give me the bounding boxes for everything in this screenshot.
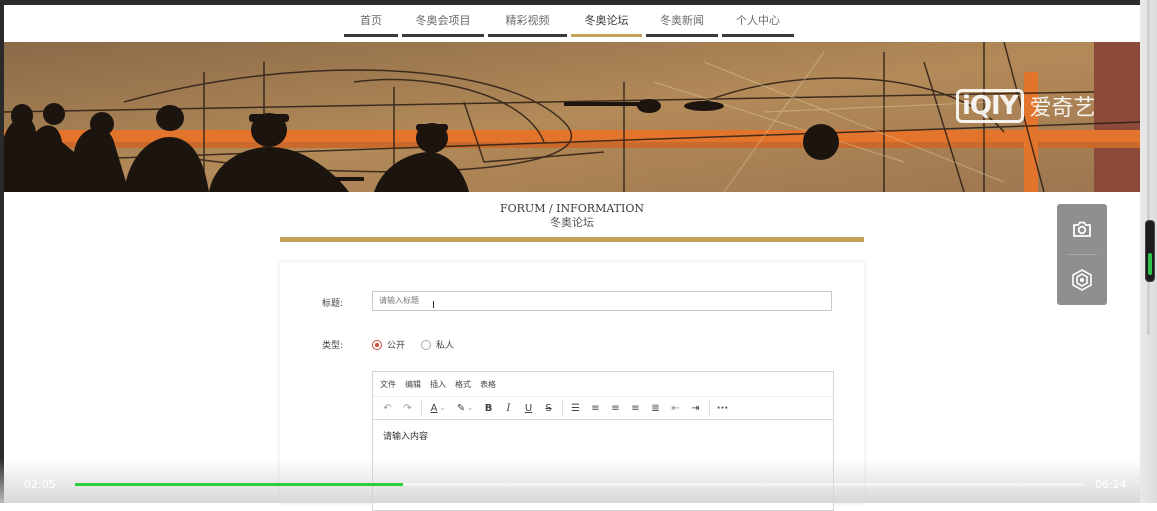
more-icon[interactable]: ··· (714, 400, 731, 416)
editor-body[interactable]: 请输入内容 (373, 420, 833, 451)
nav-underline-active (571, 34, 642, 37)
nav-underline (402, 34, 484, 37)
section-divider (280, 237, 864, 242)
title-input[interactable]: 请输入标题 (372, 291, 832, 311)
list-icon[interactable]: ☰ (567, 400, 584, 416)
menu-table[interactable]: 表格 (480, 379, 496, 390)
menu-file[interactable]: 文件 (380, 379, 396, 390)
nav-item-home[interactable]: 首页 (344, 12, 398, 38)
iqiyi-logo: iQIY 爱奇艺 (956, 86, 1096, 126)
bold-icon[interactable]: B (480, 400, 497, 416)
scroll-track (1147, 0, 1150, 335)
title-label: 标题: (322, 299, 344, 309)
nav-label: 首页 (360, 14, 382, 27)
video-side-controls (1057, 204, 1107, 305)
align-left-icon[interactable]: ≡ (587, 400, 604, 416)
align-center-icon[interactable]: ≡ (607, 400, 624, 416)
editor-toolbar: ↶ ↷ A ⌄ ✎ ⌄ B I U S ☰ ≡ ≡ ≡ ≣ ⇤ ⇥ ··· (373, 397, 833, 420)
text-cursor-icon: I (432, 300, 435, 311)
section-title-en: FORUM / INFORMATION (500, 202, 644, 215)
logo-text: 爱奇艺 (1029, 96, 1096, 121)
menu-insert[interactable]: 插入 (430, 379, 446, 390)
panel-separator (1067, 254, 1097, 255)
underline-icon[interactable]: U (520, 400, 537, 416)
current-time: 02:05 (24, 478, 56, 491)
nav-underline (722, 34, 794, 37)
type-label: 类型: (322, 341, 344, 351)
radio-label: 公开 (387, 341, 406, 351)
nav-item-forum[interactable]: 冬奥论坛 (571, 12, 642, 38)
nav-label: 个人中心 (736, 14, 780, 27)
chevron-right-icon[interactable] (1117, 240, 1141, 268)
radio-unchecked-icon (421, 339, 431, 350)
align-right-icon[interactable]: ≡ (627, 400, 644, 416)
highlight-icon[interactable]: ✎ ⌄ (453, 400, 477, 416)
italic-icon[interactable]: I (500, 400, 517, 416)
volume-level (1148, 253, 1152, 275)
radio-public[interactable]: 公开 (372, 338, 405, 351)
nav-label: 冬奥会项目 (415, 14, 471, 27)
nav-label: 精彩视频 (505, 14, 550, 27)
outdent-icon[interactable]: ⇤ (667, 400, 684, 416)
menu-format[interactable]: 格式 (455, 379, 471, 390)
top-nav: 首页 冬奥会项目 精彩视频 冬奥论坛 冬奥新闻 个人中心 (344, 12, 798, 38)
toolbar-separator (421, 400, 422, 416)
window-top-strip (0, 0, 1157, 5)
title-placeholder: 请输入标题 (379, 296, 419, 305)
nav-underline (646, 34, 718, 37)
text-color-icon[interactable]: A ⌄ (426, 400, 450, 416)
redo-icon[interactable]: ↷ (399, 400, 416, 416)
indent-icon[interactable]: ⇥ (687, 400, 704, 416)
video-progress-track[interactable] (75, 483, 1085, 486)
nav-item-olympic-events[interactable]: 冬奥会项目 (402, 12, 484, 38)
radio-label: 私人 (436, 341, 455, 351)
editor-placeholder: 请输入内容 (383, 432, 429, 442)
total-time: 06:24 (1095, 478, 1127, 491)
nav-underline (488, 34, 567, 37)
section-title-zh: 冬奥论坛 (550, 216, 594, 229)
nav-item-videos[interactable]: 精彩视频 (488, 12, 567, 38)
nav-item-profile[interactable]: 个人中心 (722, 12, 794, 38)
strikethrough-icon[interactable]: S (540, 400, 557, 416)
hero-banner: iQIY 爱奇艺 (4, 42, 1140, 192)
nav-underline (344, 34, 398, 37)
nav-label: 冬奥论坛 (584, 14, 629, 27)
nav-item-news[interactable]: 冬奥新闻 (646, 12, 718, 38)
menu-edit[interactable]: 编辑 (405, 379, 421, 390)
nav-label: 冬奥新闻 (660, 14, 704, 27)
video-progress-fill (75, 483, 404, 486)
screenshot-camera-icon[interactable] (1070, 217, 1094, 241)
toolbar-separator (709, 400, 710, 416)
radio-private[interactable]: 私人 (421, 338, 454, 351)
target-scan-icon[interactable] (1070, 268, 1094, 292)
right-edge-panel (1140, 0, 1157, 503)
logo-mark: iQIY (956, 89, 1024, 123)
toolbar-separator (562, 400, 563, 416)
undo-icon[interactable]: ↶ (379, 400, 396, 416)
editor-menubar: 文件 编辑 插入 格式 表格 (373, 372, 833, 397)
justify-icon[interactable]: ≣ (647, 400, 664, 416)
radio-checked-icon (372, 339, 382, 350)
video-control-bar (0, 458, 1140, 503)
section-header: FORUM / INFORMATION 冬奥论坛 (280, 202, 864, 230)
volume-slider[interactable] (1145, 220, 1155, 282)
